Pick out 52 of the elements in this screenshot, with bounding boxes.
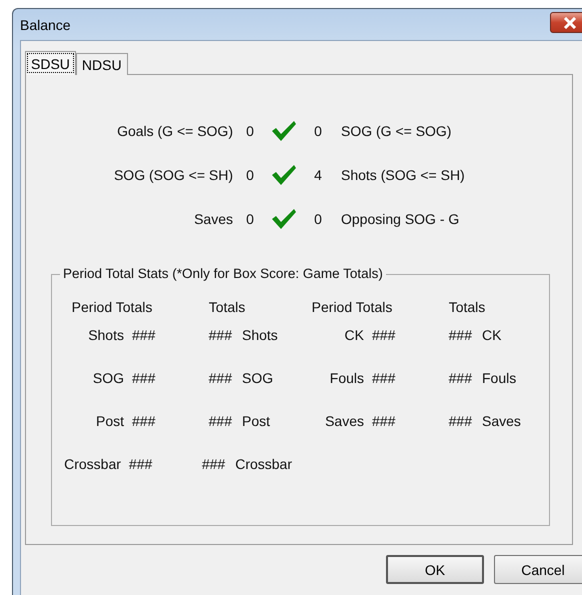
stat-label: Saves [324,413,364,431]
column-header: Totals [448,299,486,317]
stat-label: Fouls [328,370,364,388]
stat-value: 0 [245,123,255,139]
stat-label: Crossbar [63,456,121,474]
stat-value: ### [371,370,396,388]
stat-label: Shots (SOG <= SH) [340,167,465,183]
stat-value: ### [208,413,232,431]
stat-value: ### [448,413,472,431]
stat-value: 0 [245,211,255,227]
stat-label: SOG [241,370,274,388]
stat-label: CK [344,327,364,345]
stat-value: 0 [313,211,323,227]
group-title: Period Total Stats (*Only for Box Score: Game Totals) [60,266,386,281]
stat-label: Crossbar [234,456,292,474]
stat-value: ### [448,370,472,388]
stat-label: SOG [92,370,124,388]
stat-value: ### [131,413,156,431]
stat-label: Saves [481,413,521,431]
column-header: Totals [208,299,246,317]
stat-label: Shots [87,327,124,345]
stat-value: ### [131,327,156,345]
stat-value: ### [200,456,226,474]
stat-value: ### [208,327,232,345]
close-icon [563,16,577,28]
stat-value: 0 [245,167,255,183]
stat-label: Fouls [481,370,516,388]
stat-label: Post [241,413,270,431]
stat-value: ### [371,327,396,345]
column-header: Period Totals [70,299,154,317]
stat-value: ### [371,413,396,431]
stat-value: ### [128,456,154,474]
stat-value: ### [208,370,232,388]
stat-label: SOG (SOG <= SH) [112,167,233,183]
stat-label: CK [481,327,502,345]
stat-label: Saves [193,211,233,227]
tab[interactable]: NDSU [76,53,128,75]
window-title: Balance [20,16,71,32]
stat-value: ### [131,370,156,388]
stat-value: 4 [313,167,323,183]
tab[interactable]: SDSU [25,51,76,75]
stat-label: Post [94,413,124,431]
stat-label: Goals (G <= SOG) [116,123,233,139]
stat-label: Shots [241,327,278,345]
stat-value: ### [448,327,472,345]
stat-value: 0 [313,123,323,139]
stat-label: Opposing SOG - G [340,211,460,227]
stat-label: SOG (G <= SOG) [340,123,452,139]
column-header: Period Totals [310,299,394,317]
close-button[interactable] [550,12,582,33]
dialog-button[interactable]: OK [386,555,484,584]
dialog-button[interactable]: Cancel [494,555,582,584]
